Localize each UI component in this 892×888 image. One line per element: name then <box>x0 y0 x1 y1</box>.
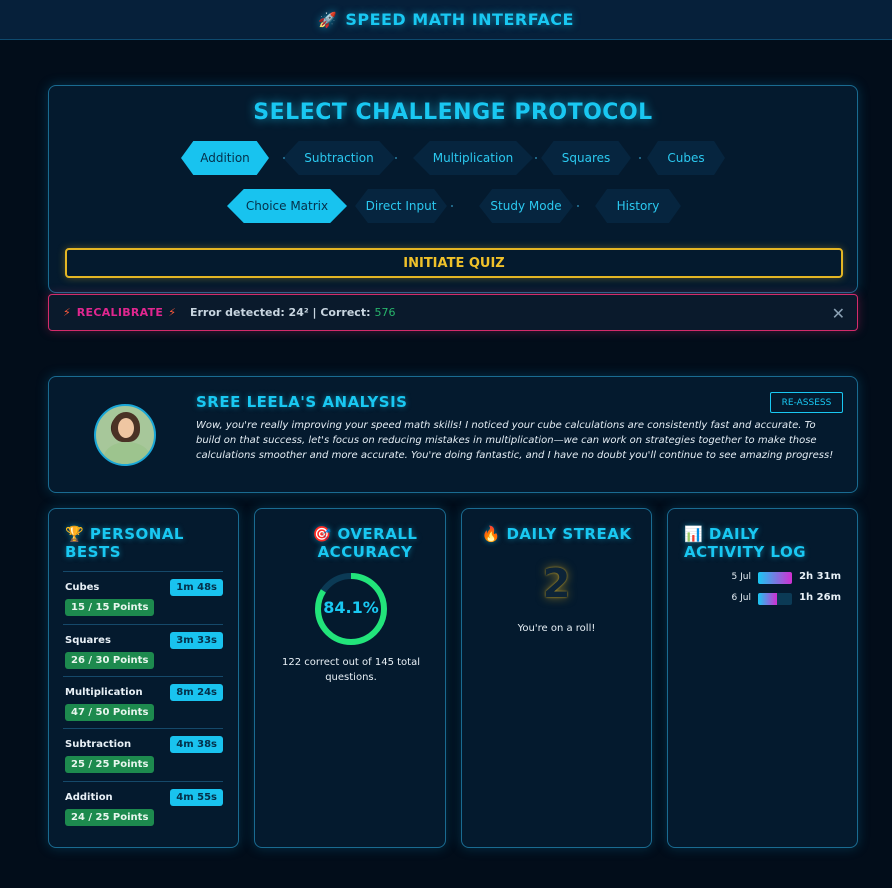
activity-bar-fill <box>758 593 778 605</box>
activity-bar-fill <box>758 572 792 584</box>
mode-label: History <box>616 199 660 213</box>
best-time-badge: 1m 48s <box>170 579 223 596</box>
best-time-badge: 8m 24s <box>170 684 223 701</box>
mode-label: Direct Input <box>365 199 437 213</box>
mode-history[interactable]: History <box>595 189 681 223</box>
best-row: Subtraction 4m 38s 25 / 25 Points <box>63 728 223 780</box>
mode-direct-input[interactable]: Direct Input <box>355 189 447 223</box>
best-time-badge: 3m 33s <box>170 632 223 649</box>
trophy-icon: 🏆 <box>65 525 85 543</box>
separator-dot <box>577 205 579 207</box>
personal-bests-title: 🏆 PERSONAL BESTS <box>65 525 225 561</box>
separator-dot <box>395 157 397 159</box>
alert-message: Error detected: 24² | Correct: <box>189 306 371 319</box>
best-row: Squares 3m 33s 26 / 30 Points <box>63 624 223 676</box>
activity-time: 2h 31m <box>799 571 841 582</box>
error-alert: ⚡ RECALIBRATE ⚡ Error detected: 24² | Co… <box>48 294 858 331</box>
challenge-title: SELECT CHALLENGE PROTOCOL <box>253 100 653 125</box>
accuracy-value: 84.1% <box>323 598 379 617</box>
streak-title: 🔥 DAILY STREAK <box>462 525 651 543</box>
activity-date: 5 Jul <box>731 572 751 582</box>
best-points-badge: 15 / 15 Points <box>65 599 155 616</box>
best-row: Cubes 1m 48s 15 / 15 Points <box>63 571 223 623</box>
avatar-face <box>118 418 134 438</box>
best-points-badge: 26 / 30 Points <box>65 652 155 669</box>
activity-label: DAILY ACTIVITY LOG <box>684 525 807 561</box>
analysis-title: SREE LEELA'S ANALYSIS <box>196 393 408 411</box>
initiate-quiz-button[interactable]: INITIATE QUIZ <box>65 248 843 278</box>
best-points-badge: 25 / 25 Points <box>65 756 155 773</box>
rocket-icon: 🚀 <box>318 10 338 29</box>
best-time-badge: 4m 55s <box>170 789 223 806</box>
target-icon: 🎯 <box>312 525 332 543</box>
accuracy-title: 🎯 OVERALL ACCURACY <box>295 525 435 561</box>
accuracy-gauge: 84.1% <box>311 569 391 649</box>
operation-multiplication[interactable]: Multiplication <box>413 141 533 175</box>
activity-date: 6 Jul <box>731 593 751 603</box>
operation-label: Cubes <box>667 151 705 165</box>
avatar <box>94 404 156 466</box>
mode-label: Choice Matrix <box>245 199 329 213</box>
app-header: 🚀 SPEED MATH INTERFACE <box>0 0 892 40</box>
operation-label: Subtraction <box>304 151 374 165</box>
streak-caption: You're on a roll! <box>517 623 596 634</box>
best-time-badge: 4m 38s <box>170 736 223 753</box>
avatar-body <box>104 442 150 464</box>
mode-label: Study Mode <box>490 199 562 213</box>
operation-cubes[interactable]: Cubes <box>647 141 725 175</box>
operation-subtraction[interactable]: Subtraction <box>283 141 395 175</box>
app-title: SPEED MATH INTERFACE <box>345 10 574 29</box>
analysis-text: Wow, you're really improving your speed … <box>196 420 834 461</box>
alert-correct-value: 576 <box>374 306 396 319</box>
operation-squares[interactable]: Squares <box>541 141 631 175</box>
best-row: Multiplication 8m 24s 47 / 50 Points <box>63 676 223 728</box>
mode-study-mode[interactable]: Study Mode <box>479 189 573 223</box>
accuracy-caption: 122 correct out of 145 total questions. <box>282 657 420 683</box>
challenge-panel: SELECT CHALLENGE PROTOCOL Addition Subtr… <box>48 85 858 293</box>
reassess-button[interactable]: RE-ASSESS <box>770 392 843 413</box>
separator-dot <box>283 157 285 159</box>
activity-row: 5 Jul 2h 31m <box>668 571 857 585</box>
alert-label: RECALIBRATE <box>76 306 164 319</box>
operation-label: Addition <box>200 151 250 165</box>
activity-bar <box>758 593 792 605</box>
streak-label: DAILY STREAK <box>506 525 632 543</box>
activity-card: 📊 DAILY ACTIVITY LOG 5 Jul 2h 31m 6 Jul … <box>667 508 858 848</box>
operation-label: Multiplication <box>432 151 514 165</box>
best-points-badge: 24 / 25 Points <box>65 809 155 826</box>
close-icon[interactable]: ✕ <box>832 304 845 323</box>
separator-dot <box>535 157 537 159</box>
best-row: Addition 4m 55s 24 / 25 Points <box>63 781 223 833</box>
analysis-panel: SREE LEELA'S ANALYSIS RE-ASSESS Wow, you… <box>48 376 858 493</box>
best-name: Cubes <box>65 582 100 593</box>
lightning-icon: ⚡ <box>168 306 176 319</box>
activity-bar <box>758 572 792 584</box>
personal-bests-card: 🏆 PERSONAL BESTS Cubes 1m 48s 15 / 15 Po… <box>48 508 239 848</box>
best-name: Squares <box>65 635 111 646</box>
fire-icon: 🔥 <box>481 525 501 543</box>
operation-label: Squares <box>561 151 611 165</box>
best-points-badge: 47 / 50 Points <box>65 704 155 721</box>
best-name: Multiplication <box>65 687 143 698</box>
lightning-icon: ⚡ <box>63 306 71 319</box>
separator-dot <box>639 157 641 159</box>
activity-row: 6 Jul 1h 26m <box>668 592 857 606</box>
accuracy-label: OVERALL ACCURACY <box>317 525 418 561</box>
streak-card: 🔥 DAILY STREAK 2 You're on a roll! <box>461 508 652 848</box>
operation-addition[interactable]: Addition <box>181 141 269 175</box>
activity-title: 📊 DAILY ACTIVITY LOG <box>684 525 844 561</box>
best-name: Subtraction <box>65 739 132 750</box>
chart-icon: 📊 <box>684 525 704 543</box>
activity-time: 1h 26m <box>799 592 841 603</box>
streak-value: 2 <box>542 561 571 607</box>
best-name: Addition <box>65 792 113 803</box>
mode-choice-matrix[interactable]: Choice Matrix <box>227 189 347 223</box>
separator-dot <box>451 205 453 207</box>
accuracy-card: 🎯 OVERALL ACCURACY 84.1% 122 correct out… <box>254 508 446 848</box>
